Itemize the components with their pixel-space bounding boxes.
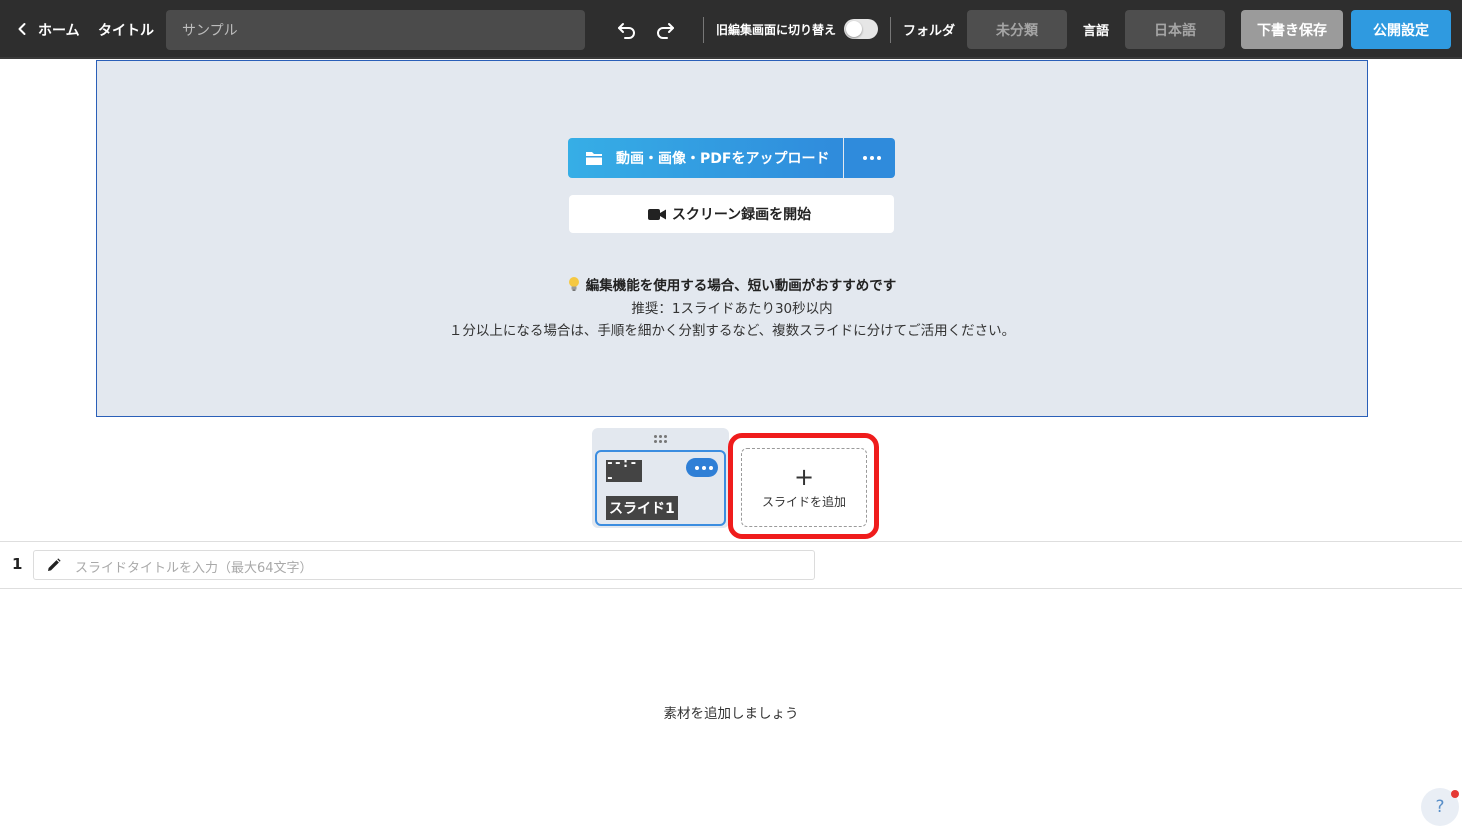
divider [703,17,704,43]
divider [0,541,1462,542]
tip-advice: １分以上になる場合は、手順を細かく分割するなど、複数スライドに分けてご活用くださ… [448,323,1016,339]
legacy-editor-toggle[interactable] [844,19,878,39]
upload-button[interactable]: 動画・画像・PDFをアップロード [568,138,843,178]
video-camera-icon [648,209,666,220]
toggle-knob [846,21,862,37]
language-select[interactable]: 日本語 [1125,10,1225,49]
upload-button-label: 動画・画像・PDFをアップロード [616,151,830,167]
save-draft-button[interactable]: 下書き保存 [1241,10,1343,49]
divider [890,17,891,43]
title-input[interactable]: サンプル [166,10,585,50]
undo-icon[interactable] [616,19,638,41]
plus-icon: + [793,463,815,491]
redo-icon[interactable] [654,19,676,41]
publish-settings-button[interactable]: 公開設定 [1351,10,1451,49]
tip-heading: 編集機能を使用する場合、短い動画がおすすめです [96,274,1368,294]
screen-record-button[interactable]: スクリーン録画を開始 [569,195,894,233]
home-link[interactable]: ホーム [38,0,80,59]
add-slide-button[interactable]: + スライドを追加 [741,448,867,527]
screen-record-label: スクリーン録画を開始 [671,207,812,223]
slide-title-placeholder: スライドタイトルを入力（最大64文字） [75,561,313,576]
tip-recommendation: 推奨：1スライドあたり30秒以内 [631,301,833,317]
divider [0,588,1462,589]
help-label: ? [1435,797,1445,817]
slide-more-button[interactable] [686,458,718,477]
pencil-icon [48,558,61,571]
language-label: 言語 [1083,24,1110,39]
more-icon [695,466,713,470]
title-label: タイトル [98,22,154,39]
slide-duration: --:-- [606,456,642,486]
lightbulb-icon [568,277,579,291]
slide-title-input[interactable]: スライドタイトルを入力（最大64文字） [33,550,815,580]
add-slide-label: スライドを追加 [761,495,846,509]
slide-card[interactable]: --:-- スライド1 [595,450,726,526]
chevron-left-icon[interactable] [14,21,30,37]
folder-label: フォルダ [903,24,956,39]
folder-select[interactable]: 未分類 [967,10,1067,49]
empty-state-message: 素材を追加しましょう [663,706,799,722]
legacy-editor-label: 旧編集画面に切り替え [716,23,837,37]
top-bar: ホーム タイトル サンプル 旧編集画面に切り替え フォルダ 未分類 言語 日本語… [0,0,1462,59]
slide-index: 1 [12,555,23,573]
upload-more-button[interactable] [844,138,895,178]
upload-dropzone[interactable] [96,60,1368,417]
slide-thumbnail-1[interactable]: --:-- スライド1 [592,428,729,528]
more-icon [863,156,881,160]
notification-dot [1451,790,1459,798]
drag-handle-icon[interactable] [654,435,668,444]
slide-name: スライド1 [606,496,678,520]
tip-heading-text: 編集機能を使用する場合、短い動画がおすすめです [585,278,897,294]
folder-icon [586,152,602,165]
